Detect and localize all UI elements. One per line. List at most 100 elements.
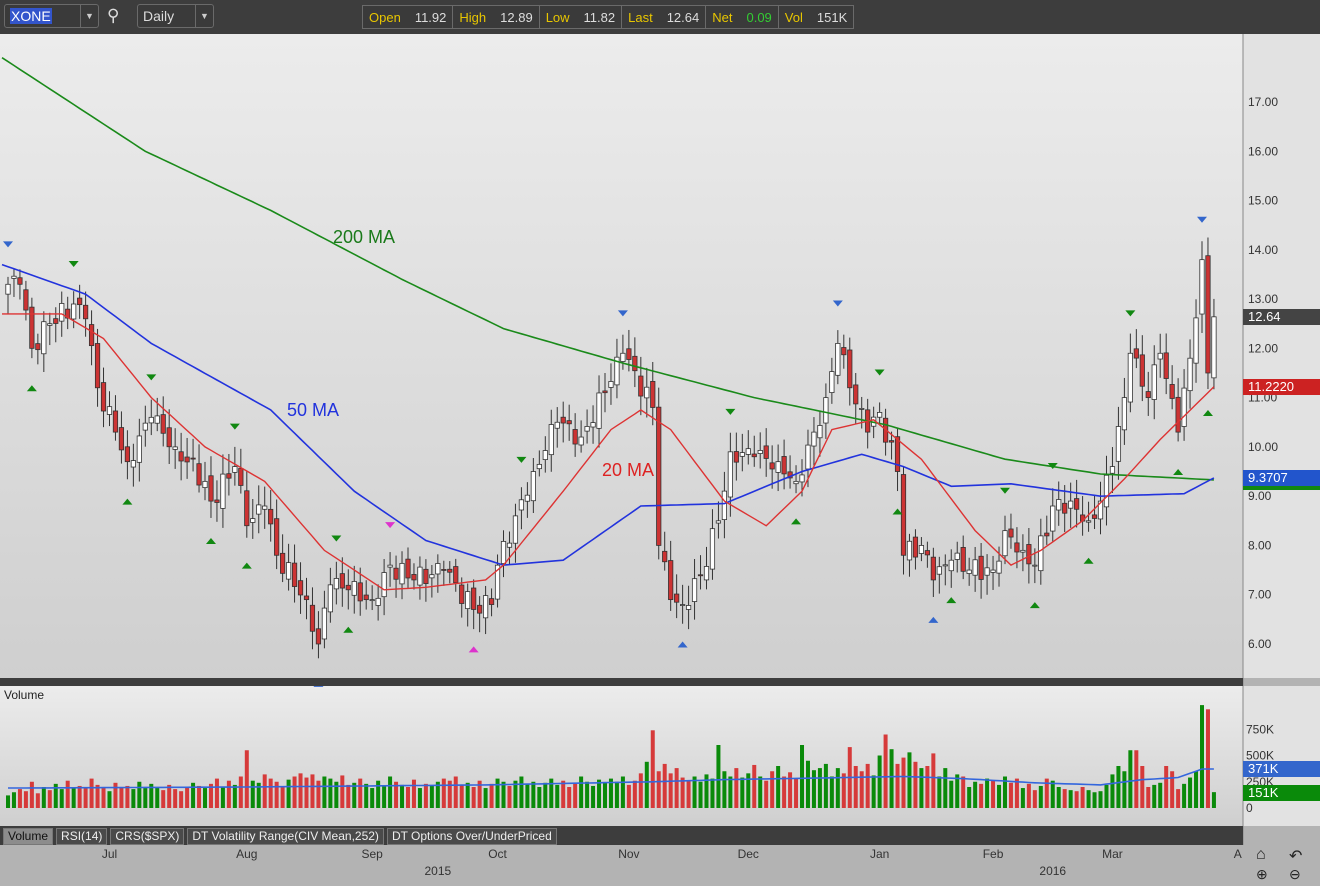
volume-bar	[143, 788, 148, 808]
volume-bar	[1134, 750, 1139, 808]
volume-bar	[65, 780, 70, 808]
candle-body	[1032, 564, 1038, 567]
candle-body	[584, 426, 590, 432]
candle-body	[608, 381, 614, 388]
candle-body	[793, 480, 799, 485]
candle-body	[918, 545, 925, 554]
last-price-box: 12.64	[1243, 309, 1320, 325]
candle-body	[1002, 530, 1008, 557]
candle-body	[1062, 502, 1068, 514]
candle-body	[739, 452, 745, 457]
candle-body	[978, 555, 984, 580]
volume-bar	[6, 795, 10, 808]
candle-body	[799, 474, 805, 483]
candle-body	[41, 321, 47, 355]
candle-body	[59, 303, 65, 322]
candle-body	[285, 562, 292, 580]
volume-bar	[1086, 790, 1091, 808]
price-tick-label: 10.00	[1248, 440, 1278, 454]
volume-bar	[531, 781, 536, 808]
volume-bar	[794, 778, 799, 808]
price-chart[interactable]: 17.0016.0015.0014.0013.0012.0011.0010.00…	[0, 0, 1320, 886]
tab-volume[interactable]: Volume	[3, 828, 54, 845]
price-tick-label: 14.00	[1248, 243, 1278, 257]
volume-bar	[770, 771, 775, 808]
volume-bar	[722, 771, 727, 808]
volume-bar	[603, 782, 607, 808]
tab-dt-volatility-range-civ-mean-252-[interactable]: DT Volatility Range(CIV Mean,252)	[187, 828, 384, 845]
candle-body	[435, 563, 441, 575]
volume-panel-label: Volume	[4, 688, 45, 702]
candle-body	[763, 445, 769, 459]
candle-body	[118, 427, 125, 451]
volume-bar	[119, 787, 124, 808]
candle-body	[417, 566, 423, 586]
date-tick-label: Sep	[361, 847, 383, 861]
volume-bar	[185, 787, 190, 808]
panel-divider[interactable]	[0, 678, 1243, 686]
volume-bar	[322, 776, 327, 808]
volume-bar	[59, 789, 64, 808]
volume-bar	[955, 774, 960, 808]
home-icon[interactable]: ⌂	[1256, 846, 1266, 864]
candle-body	[363, 594, 369, 601]
candle-body	[781, 456, 787, 475]
candle-body	[1157, 352, 1163, 360]
candle-body	[482, 595, 489, 619]
volume-bar	[967, 787, 972, 808]
tab-rsi-14-[interactable]: RSI(14)	[56, 828, 108, 845]
candle-body	[500, 541, 507, 564]
candle-body	[877, 412, 883, 418]
volume-bar	[1062, 789, 1067, 808]
volume-bar	[1122, 771, 1127, 808]
volume-bar	[591, 785, 596, 808]
volume-bar	[459, 784, 464, 808]
volume-bar	[17, 789, 22, 808]
candle-body	[506, 542, 513, 548]
candle-body	[829, 371, 835, 393]
ma50-label: 50 MA	[287, 400, 340, 420]
volume-bar	[316, 780, 321, 808]
volume-bar	[77, 785, 82, 808]
candle-body	[1038, 535, 1044, 572]
candle-body	[644, 386, 650, 399]
tab-dt-options-over-underpriced[interactable]: DT Options Over/UnderPriced	[386, 828, 557, 845]
volume-bar	[644, 761, 649, 808]
volume-bar	[155, 787, 160, 808]
candle-body	[1121, 397, 1127, 431]
candle-body	[697, 574, 704, 577]
date-tick-label: A	[1234, 847, 1242, 861]
tab-crs-spx-[interactable]: CRS($SPX)	[110, 828, 185, 845]
volume-bar	[961, 776, 966, 808]
volume-bar	[925, 766, 930, 808]
volume-bar	[453, 776, 458, 808]
candle-body	[1109, 466, 1116, 474]
candle-body	[226, 473, 232, 479]
volume-bar	[382, 785, 387, 808]
volume-bar	[1008, 782, 1013, 808]
zoom-in-icon[interactable]: ⊕	[1256, 866, 1268, 883]
candle-body	[202, 480, 208, 489]
volume-bar	[579, 776, 584, 808]
candle-body	[954, 552, 960, 560]
candle-body	[1169, 384, 1175, 399]
undo-icon[interactable]: ↶	[1289, 846, 1302, 866]
volume-bar	[1020, 788, 1025, 808]
volume-bar	[495, 778, 500, 808]
candle-body	[100, 382, 107, 412]
candle-body	[214, 499, 220, 503]
volume-bar	[197, 785, 202, 808]
volume-bar	[244, 750, 249, 808]
volume-bar	[686, 780, 691, 808]
candle-body	[429, 574, 435, 579]
zoom-out-icon[interactable]: ⊖	[1289, 866, 1301, 883]
volume-bar	[543, 782, 548, 808]
candle-body	[321, 607, 328, 640]
volume-bar	[411, 779, 416, 808]
volume-bar	[638, 773, 643, 808]
volume-bar	[716, 745, 721, 808]
volume-bar	[250, 780, 255, 808]
volume-bar	[997, 784, 1002, 808]
candle-body	[77, 297, 83, 306]
candle-body	[668, 560, 674, 601]
